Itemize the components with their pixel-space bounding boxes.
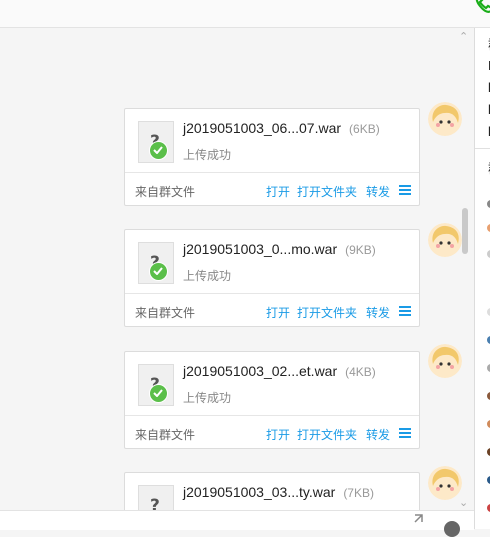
forward-link[interactable]: 转发 [366, 426, 390, 443]
file-message: ? j2019051003_06...07.war(6KB) 上传成功 来自群文… [124, 108, 420, 206]
open-link[interactable]: 打开 [266, 183, 290, 200]
success-check-icon [149, 384, 168, 403]
file-card[interactable]: ? j2019051003_0...mo.war(9KB) 上传成功 来自群文件… [124, 229, 420, 327]
avatar[interactable] [428, 344, 462, 378]
forward-link[interactable]: 转发 [366, 183, 390, 200]
avatar[interactable] [428, 466, 462, 500]
divider [475, 148, 490, 149]
info-icon[interactable] [444, 521, 460, 537]
success-check-icon [149, 141, 168, 160]
avatar[interactable] [428, 102, 462, 136]
expand-icon[interactable] [411, 514, 423, 526]
file-source: 来自群文件 [135, 185, 196, 199]
scroll-down-arrow-icon[interactable]: ⌄ [459, 496, 468, 509]
file-message: ? j2019051003_03...ty.war (7KB) [124, 472, 420, 510]
file-size: (7KB) [343, 486, 374, 500]
menu-icon[interactable] [399, 428, 411, 438]
group-sidebar: 群 D l l l 群 [474, 28, 490, 529]
open-folder-link[interactable]: 打开文件夹 [297, 304, 357, 321]
file-source: 来自群文件 [135, 428, 196, 442]
menu-icon[interactable] [399, 185, 411, 195]
open-folder-link[interactable]: 打开文件夹 [297, 426, 357, 443]
input-toolbar [0, 510, 474, 537]
scrollbar[interactable] [462, 208, 468, 254]
file-message: ? j2019051003_0...mo.war(9KB) 上传成功 来自群文件… [124, 229, 420, 327]
forward-link[interactable]: 转发 [366, 304, 390, 321]
message-list[interactable]: ⌃ ⌄ ? j2019051003_06...07.war(6KB) 上传成功 … [0, 28, 474, 510]
file-card[interactable]: ? j2019051003_03...ty.war (7KB) [124, 472, 420, 510]
open-link[interactable]: 打开 [266, 304, 290, 321]
file-card[interactable]: ? j2019051003_06...07.war(6KB) 上传成功 来自群文… [124, 108, 420, 206]
file-size: (4KB) [345, 365, 376, 379]
file-name: j2019051003_03...ty.war (7KB) [183, 484, 374, 500]
upload-status: 上传成功 [183, 269, 232, 283]
upload-status: 上传成功 [183, 148, 232, 162]
chat-header [0, 0, 490, 28]
success-check-icon [149, 262, 168, 281]
file-size: (9KB) [345, 243, 376, 257]
file-name: j2019051003_0...mo.war (9KB) [183, 241, 376, 257]
avatar[interactable] [428, 223, 462, 257]
file-card[interactable]: ? j2019051003_02...et.war(4KB) 上传成功 来自群文… [124, 351, 420, 449]
unknown-file-icon: ? [138, 485, 174, 510]
phone-icon[interactable] [472, 0, 490, 16]
file-card-footer: 来自群文件 打开 打开文件夹 转发 [125, 415, 419, 449]
open-folder-link[interactable]: 打开文件夹 [297, 183, 357, 200]
file-card-footer: 来自群文件 打开 打开文件夹 转发 [125, 293, 419, 327]
open-link[interactable]: 打开 [266, 426, 290, 443]
file-name: j2019051003_02...et.war (4KB) [183, 363, 376, 379]
file-message: ? j2019051003_02...et.war(4KB) 上传成功 来自群文… [124, 351, 420, 449]
scroll-up-arrow-icon[interactable]: ⌃ [459, 30, 468, 43]
file-size: (6KB) [349, 122, 380, 136]
upload-status: 上传成功 [183, 391, 232, 405]
file-source: 来自群文件 [135, 306, 196, 320]
file-name: j2019051003_06...07.war (6KB) [183, 120, 380, 136]
menu-icon[interactable] [399, 306, 411, 316]
file-card-footer: 来自群文件 打开 打开文件夹 转发 [125, 172, 419, 206]
